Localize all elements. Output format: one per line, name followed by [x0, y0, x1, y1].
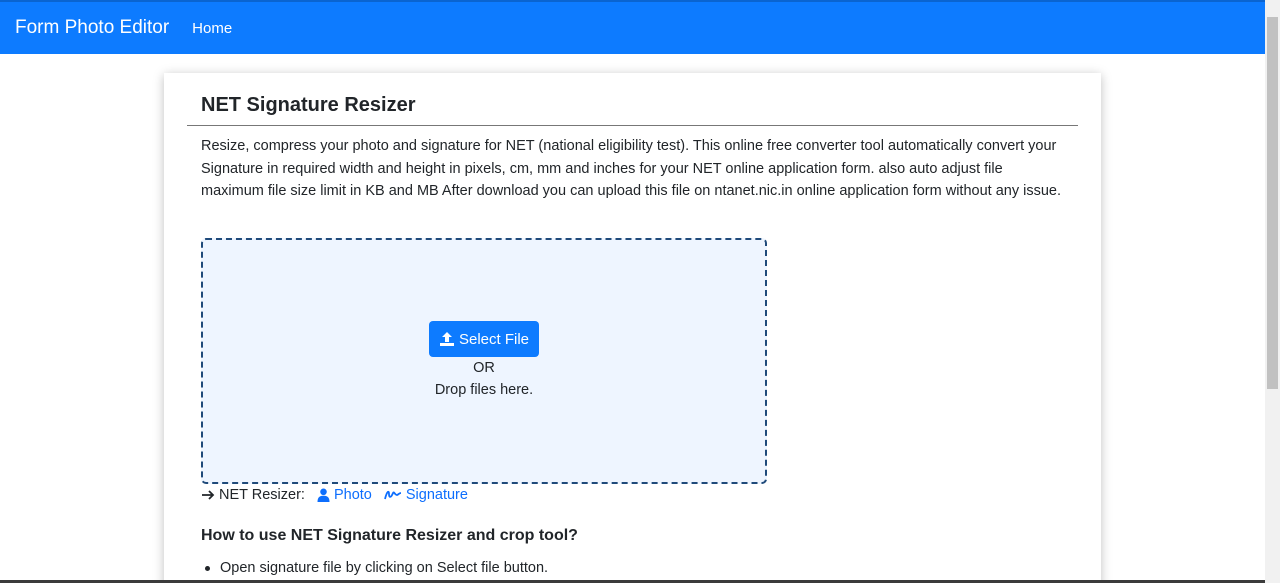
intro-paragraph: Resize, compress your photo and signatur… — [201, 138, 1061, 200]
list-item: Open signature file by clicking on Selec… — [201, 560, 548, 576]
resizer-links: NET Resizer: Photo Signature — [201, 487, 468, 503]
page-title: NET Signature Resizer — [201, 94, 416, 116]
signature-icon — [383, 490, 401, 500]
nav-home-link[interactable]: Home — [192, 20, 232, 37]
file-dropzone[interactable]: Select File OR Drop files here. — [201, 238, 767, 484]
person-icon — [317, 488, 330, 502]
scroll-thumb[interactable] — [1267, 17, 1278, 389]
vertical-scrollbar[interactable] — [1265, 0, 1280, 583]
step-text: Open signature file by clicking on Selec… — [220, 560, 549, 576]
photo-link-label: Photo — [333, 487, 372, 503]
main-card: NET Signature Resizer Resize, compress y… — [164, 73, 1101, 583]
photo-resizer-link[interactable]: Photo — [317, 487, 372, 503]
how-to-title: How to use NET Signature Resizer and cro… — [201, 527, 578, 544]
how-to-steps: Open signature file by clicking on Selec… — [201, 560, 548, 576]
top-navbar: Form Photo Editor Home — [0, 0, 1265, 54]
signature-resizer-link[interactable]: Signature — [383, 487, 468, 503]
or-text: OR — [473, 360, 495, 376]
select-file-label: Select File — [458, 330, 530, 348]
select-file-button[interactable]: Select File — [429, 321, 539, 357]
upload-icon — [439, 332, 454, 346]
signature-link-label: Signature — [405, 487, 468, 503]
title-divider — [187, 125, 1078, 126]
brand-link[interactable]: Form Photo Editor — [15, 17, 169, 39]
bullet-icon — [205, 565, 210, 571]
resizer-label: NET Resizer: — [219, 487, 305, 503]
arrow-right-icon — [202, 490, 215, 500]
drop-hint: Drop files here. — [434, 382, 534, 398]
